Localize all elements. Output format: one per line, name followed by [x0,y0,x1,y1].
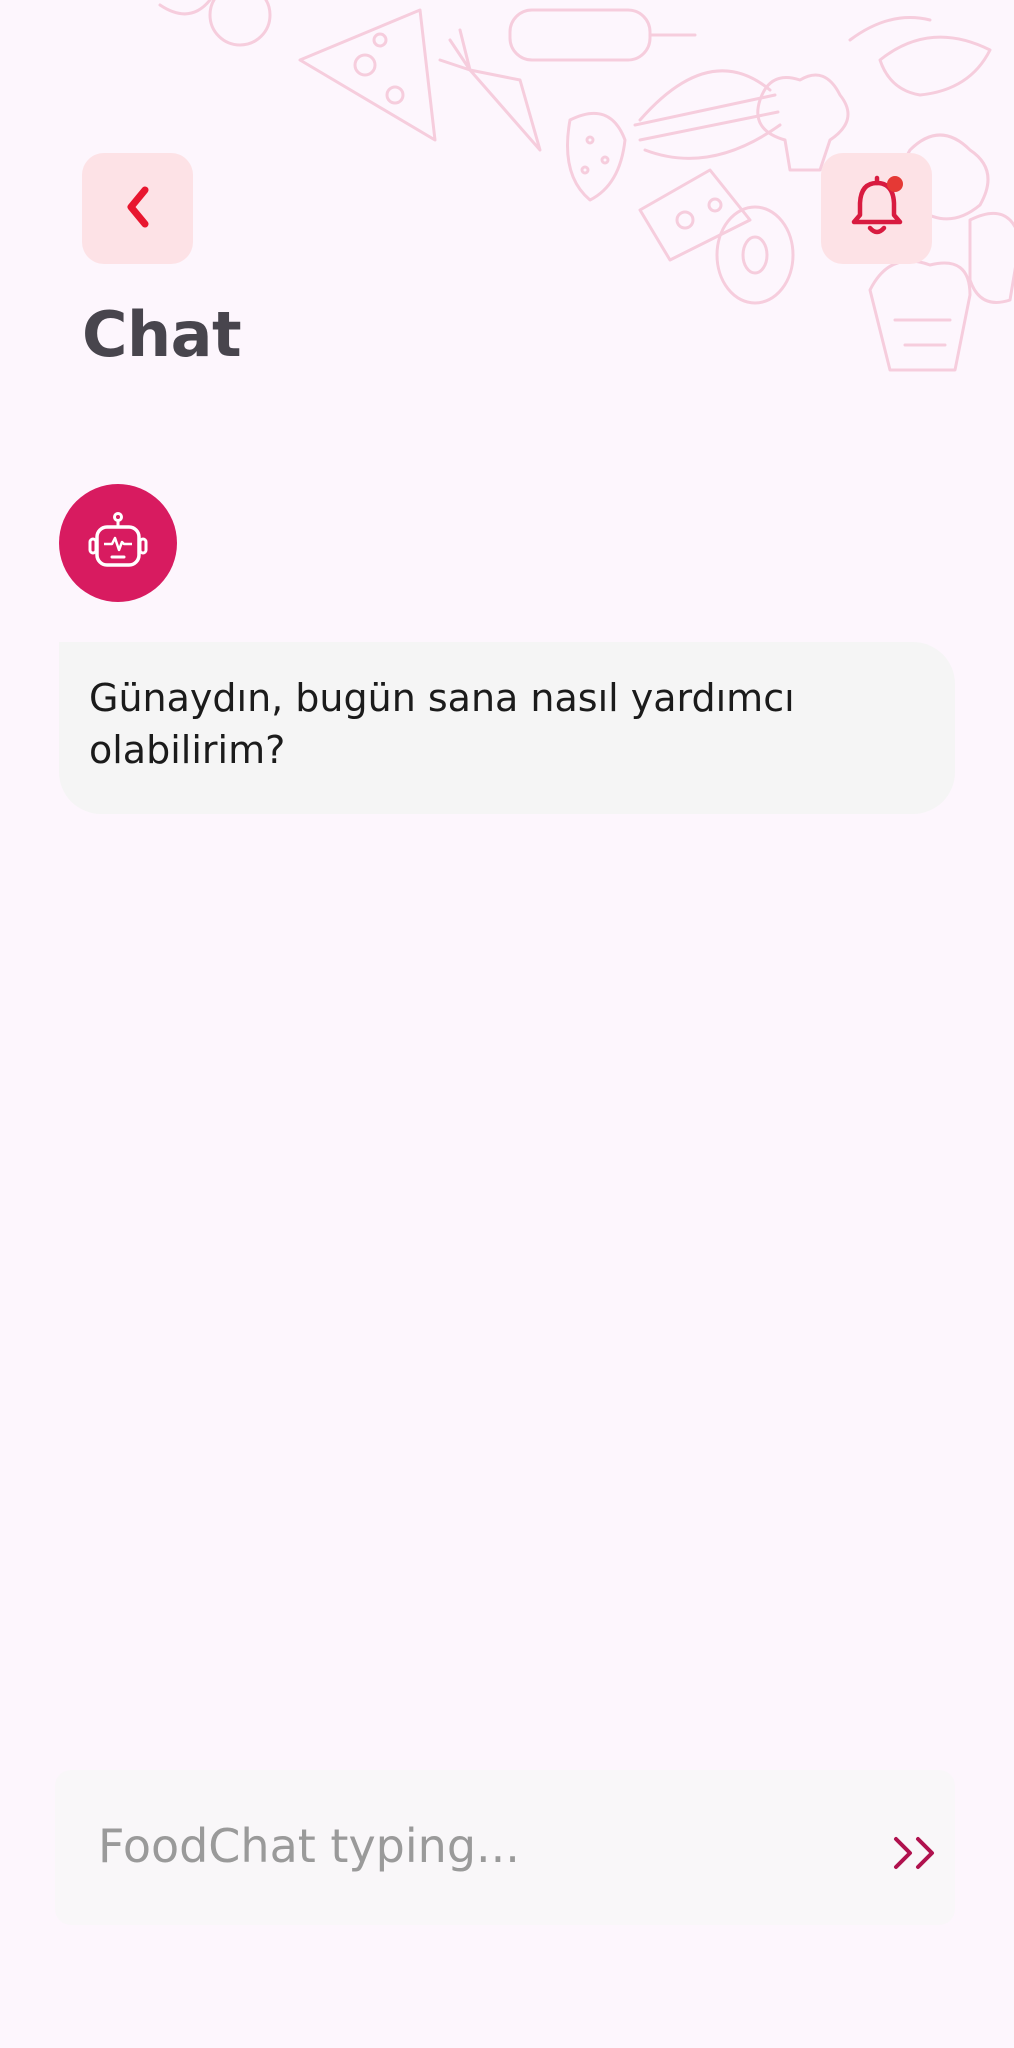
chevron-left-icon [123,184,153,234]
notification-dot [886,175,903,192]
double-chevron-right-icon [890,1833,940,1877]
page-title: Chat [82,298,242,371]
bot-message-bubble: Günaydın, bugün sana nasıl yardımcı olab… [59,642,955,814]
message-input[interactable] [98,1810,858,1882]
message-composer [55,1770,955,1925]
bot-avatar [59,484,177,602]
notifications-button[interactable] [821,153,932,264]
send-button[interactable] [880,1822,950,1888]
message-text: Günaydın, bugün sana nasıl yardımcı olab… [89,676,795,772]
robot-icon [87,512,149,574]
back-button[interactable] [82,153,193,264]
bell-icon [847,175,907,243]
